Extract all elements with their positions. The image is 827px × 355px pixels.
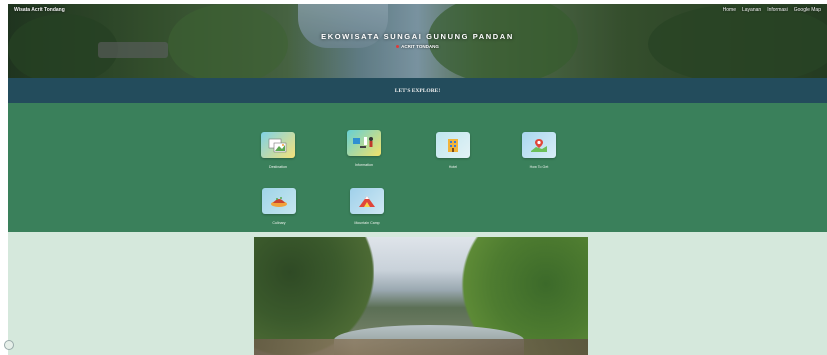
tile-information[interactable]: Information: [339, 130, 389, 167]
riverbank-rocks: [254, 339, 588, 355]
explore-section: Destination Information Hotel How To Get: [8, 103, 827, 232]
tile-label: Destination: [269, 165, 287, 169]
tile-mountain-camp[interactable]: Mountain Camp: [342, 188, 392, 225]
tile-label: Hotel: [448, 165, 458, 169]
information-people-icon: [347, 130, 381, 156]
hero-subtitle: ACRIT TONDANG: [8, 44, 827, 49]
tile-label: How To Get: [529, 165, 549, 169]
nav-home[interactable]: Home: [723, 7, 736, 13]
hero-banner: Wisata Acrit Tondang Home Layanan Inform…: [8, 4, 827, 78]
site-brand[interactable]: Wisata Acrit Tondang: [14, 7, 65, 13]
nav-google-map[interactable]: Google Map: [794, 7, 821, 13]
tile-culinary[interactable]: Culinary: [254, 188, 304, 225]
nav-informasi[interactable]: Informasi: [767, 7, 788, 13]
gallery-photo-icon: [261, 132, 295, 158]
hero-title: EKOWISATA SUNGAI GUNUNG PANDAN: [321, 32, 514, 41]
culinary-food-icon: [262, 188, 296, 214]
explore-heading: LET'S EXPLORE!: [394, 87, 441, 94]
tile-label: Information: [355, 163, 373, 167]
cookie-settings-icon[interactable]: [4, 340, 14, 350]
tile-how-to-get[interactable]: How To Get: [514, 132, 564, 169]
map-pin-icon: [522, 132, 556, 158]
pin-dot-icon: [396, 45, 400, 49]
hero-subtitle-text: ACRIT TONDANG: [401, 44, 439, 49]
tile-label: Culinary: [272, 221, 286, 225]
gallery-section: [8, 232, 827, 355]
top-nav: Home Layanan Informasi Google Map: [723, 7, 821, 13]
tile-hotel[interactable]: Hotel: [428, 132, 478, 169]
mountain-tent-icon: [350, 188, 384, 214]
tile-destination[interactable]: Destination: [253, 132, 303, 169]
hotel-building-icon: [436, 132, 470, 158]
nav-layanan[interactable]: Layanan: [742, 7, 761, 13]
explore-band: LET'S EXPLORE!: [8, 78, 827, 103]
page: Wisata Acrit Tondang Home Layanan Inform…: [8, 4, 827, 355]
tile-label: Mountain Camp: [354, 221, 380, 225]
river-photo: [254, 237, 588, 355]
